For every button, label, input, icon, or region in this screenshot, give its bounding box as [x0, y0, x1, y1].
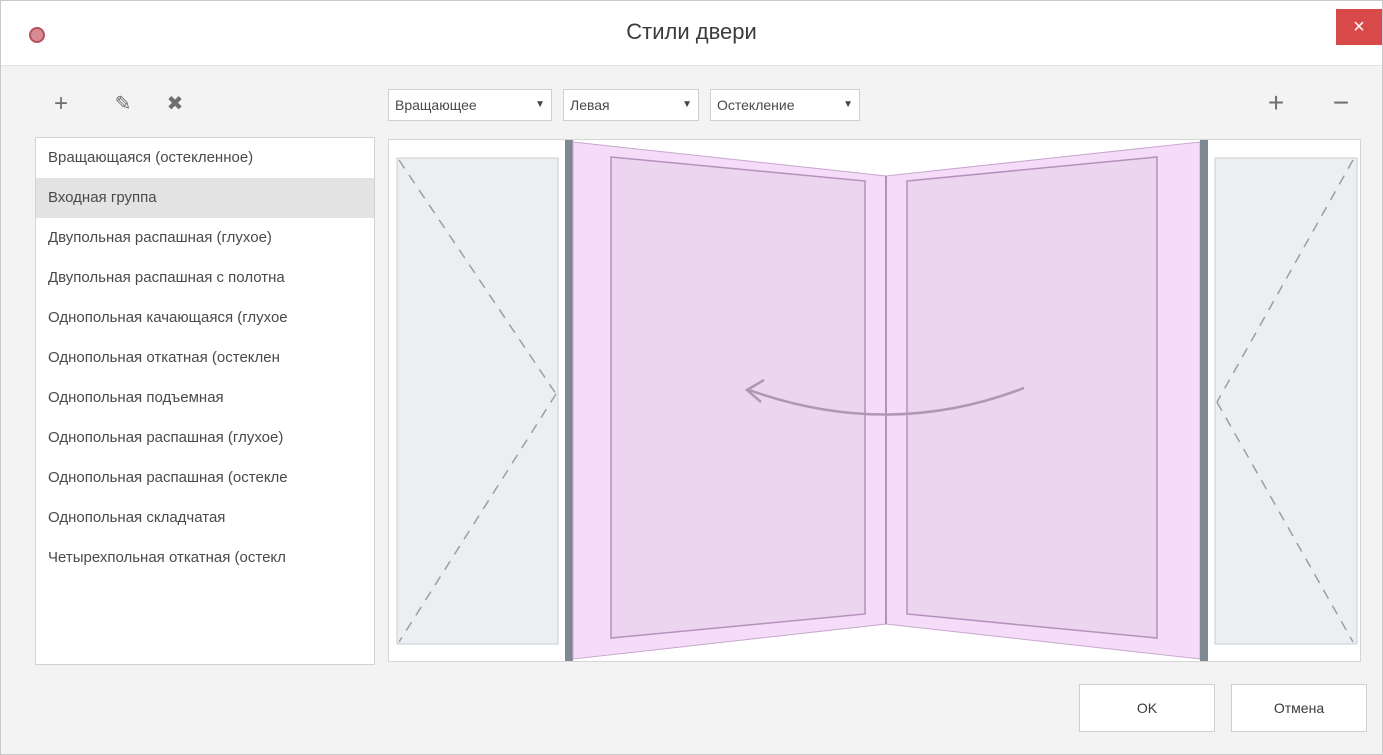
left-frame-bar: [565, 140, 573, 661]
door-styles-dialog: Стили двери × + ✎ ✖ Вращающаяся (остекле…: [0, 0, 1383, 755]
ok-button[interactable]: OK: [1079, 684, 1215, 732]
style-list-item[interactable]: Однопольная распашная (глухое): [36, 418, 374, 458]
type-dropdown-value: Вращающее: [395, 97, 477, 113]
right-frame-bar: [1200, 140, 1208, 661]
door-preview-drawing: [392, 140, 1358, 661]
filling-dropdown-value: Остекление: [717, 97, 795, 113]
left-glass-panel: [396, 157, 559, 645]
type-dropdown[interactable]: Вращающее ▼: [388, 89, 552, 121]
filling-dropdown[interactable]: Остекление ▼: [710, 89, 860, 121]
window-title: Стили двери: [626, 19, 757, 44]
style-list-item[interactable]: Двупольная распашная с полотна: [36, 258, 374, 298]
remove-leaf-button[interactable]: −: [1326, 88, 1356, 118]
add-style-button[interactable]: +: [46, 89, 76, 119]
title-bar: Стили двери ×: [1, 1, 1382, 66]
cancel-button[interactable]: Отмена: [1231, 684, 1367, 732]
close-button[interactable]: ×: [1336, 9, 1382, 45]
style-list-item[interactable]: Однопольная откатная (остеклен: [36, 338, 374, 378]
chevron-down-icon: ▼: [535, 99, 545, 110]
delete-style-button[interactable]: ✖: [160, 89, 190, 119]
chevron-down-icon: ▼: [682, 99, 692, 110]
side-dropdown[interactable]: Левая ▼: [563, 89, 699, 121]
style-list-item[interactable]: Однопольная распашная (остекле: [36, 458, 374, 498]
style-list-item[interactable]: Вращающаяся (остекленное): [36, 138, 374, 178]
side-dropdown-value: Левая: [570, 97, 610, 113]
left-leaf-glass: [610, 156, 866, 639]
door-preview: [388, 139, 1361, 662]
style-list-item[interactable]: Однопольная подъемная: [36, 378, 374, 418]
style-list-item[interactable]: Однопольная складчатая: [36, 498, 374, 538]
style-list-item[interactable]: Входная группа: [36, 178, 374, 218]
right-leaf-glass: [906, 156, 1158, 639]
style-list-item[interactable]: Однопольная качающаяся (глухое: [36, 298, 374, 338]
chevron-down-icon: ▼: [843, 99, 853, 110]
edit-style-button[interactable]: ✎: [108, 89, 138, 119]
right-glass-panel: [1214, 157, 1358, 645]
style-list-item[interactable]: Четырехпольная откатная (остекл: [36, 538, 374, 578]
add-leaf-button[interactable]: +: [1261, 88, 1291, 118]
styles-list: Вращающаяся (остекленное) Входная группа Д…: [35, 137, 375, 665]
style-list-item[interactable]: Двупольная распашная (глухое): [36, 218, 374, 258]
